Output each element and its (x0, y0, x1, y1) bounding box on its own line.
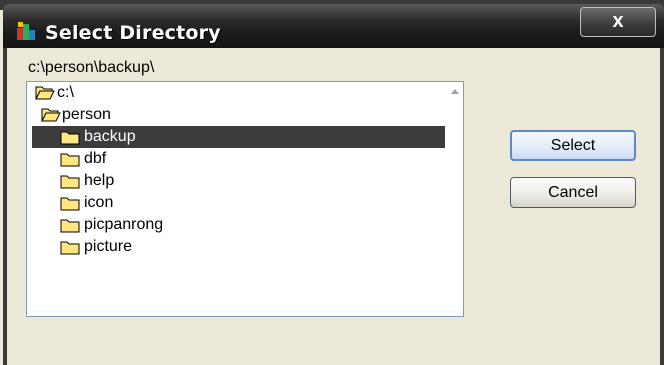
tree-node[interactable]: person (41, 104, 241, 126)
tree-node[interactable]: picpanrong (60, 214, 260, 236)
folder-icon (60, 175, 80, 189)
tree-node[interactable]: picture (60, 236, 260, 258)
folder-icon (60, 241, 80, 255)
tree-node-label: help (84, 172, 115, 189)
folder-icon (60, 219, 80, 233)
open-folder-icon (35, 86, 55, 100)
tree-node-label: backup (84, 128, 136, 145)
folder-icon (60, 153, 80, 167)
folder-icon (60, 131, 80, 145)
select-button[interactable]: Select (510, 130, 636, 161)
cancel-button[interactable]: Cancel (510, 177, 636, 208)
folder-icon (60, 197, 80, 211)
directory-tree[interactable]: c:\ person backup dbf help icon picpanro… (26, 81, 464, 317)
app-icon (17, 22, 35, 40)
title-bar[interactable]: Select Directory x (3, 4, 664, 48)
tree-node-label: c:\ (57, 84, 74, 101)
tree-node[interactable]: c:\ (35, 82, 235, 104)
tree-node[interactable]: help (60, 170, 260, 192)
close-icon: x (612, 10, 624, 32)
tree-node-label: person (62, 106, 111, 123)
tree-node-label: picpanrong (84, 216, 164, 233)
tree-node-label: dbf (84, 150, 107, 167)
tree-node-selected[interactable]: backup (32, 126, 457, 148)
vertical-scrollbar[interactable] (445, 82, 463, 316)
scroll-up-arrow-icon[interactable] (451, 89, 459, 94)
close-button[interactable]: x (580, 7, 656, 37)
tree-node-label: icon (84, 194, 114, 211)
window-title: Select Directory (45, 22, 221, 44)
tree-node-label: picture (84, 238, 133, 255)
open-folder-icon (41, 108, 61, 122)
tree-node[interactable]: dbf (60, 148, 260, 170)
current-path-label: c:\person\backup\ (28, 59, 155, 76)
tree-node[interactable]: icon (60, 192, 260, 214)
